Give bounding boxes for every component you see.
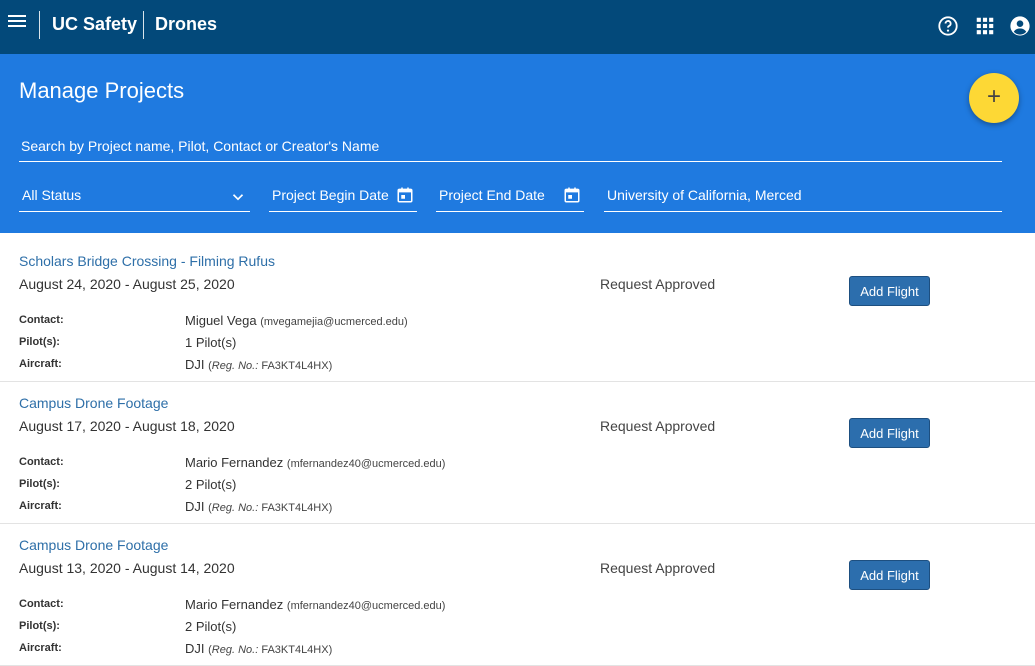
reg-number: FA3KT4L4HX (261, 360, 329, 372)
contact-value: Miguel Vega (mvegamejia@ucmerced.edu) (185, 313, 408, 328)
add-project-button[interactable]: + (969, 73, 1019, 123)
project-dates: August 17, 2020 - August 18, 2020 (19, 418, 235, 434)
account-icon[interactable] (1009, 15, 1031, 37)
status-select-value: All Status (22, 187, 82, 203)
project-title-link[interactable]: Scholars Bridge Crossing - Filming Rufus (19, 253, 275, 269)
project-dates: August 13, 2020 - August 14, 2020 (19, 560, 235, 576)
plus-icon: + (986, 83, 1001, 110)
pilots-value: 2 Pilot(s) (185, 619, 237, 634)
contact-name: Mario Fernandez (185, 455, 284, 470)
project-list: Scholars Bridge Crossing - Filming Rufus… (0, 240, 1035, 666)
calendar-icon[interactable] (396, 186, 414, 204)
aircraft-label: Aircraft: (19, 642, 62, 654)
contact-name: Mario Fernandez (185, 597, 284, 612)
brand-name[interactable]: UC Safety (52, 14, 137, 35)
pilots-label: Pilot(s): (19, 478, 60, 490)
pilots-label: Pilot(s): (19, 620, 60, 632)
contact-email: (mfernandez40@ucmerced.edu) (286, 600, 446, 612)
contact-email: (mfernandez40@ucmerced.edu) (286, 458, 446, 470)
reg-prefix: Reg. No.: (211, 502, 259, 514)
header-divider (143, 11, 144, 39)
campus-select[interactable]: University of California, Merced (604, 182, 1002, 212)
status-badge: Request Approved (600, 276, 716, 292)
project-title-link[interactable]: Campus Drone Footage (19, 395, 168, 411)
contact-label: Contact: (19, 598, 64, 610)
search-field (19, 132, 1002, 162)
app-name[interactable]: Drones (155, 14, 217, 35)
project-card: Campus Drone Footage August 13, 2020 - A… (0, 524, 1035, 666)
aircraft-name: DJI (185, 641, 205, 656)
add-flight-button[interactable]: Add Flight (849, 276, 930, 306)
apps-grid-icon[interactable] (974, 15, 996, 37)
project-card: Campus Drone Footage August 17, 2020 - A… (0, 382, 1035, 524)
calendar-icon[interactable] (563, 186, 581, 204)
contact-value: Mario Fernandez (mfernandez40@ucmerced.e… (185, 455, 445, 470)
contact-value: Mario Fernandez (mfernandez40@ucmerced.e… (185, 597, 445, 612)
status-badge: Request Approved (600, 418, 716, 434)
aircraft-label: Aircraft: (19, 500, 62, 512)
chevron-down-icon (232, 194, 244, 201)
end-date-label: Project End Date (439, 187, 545, 203)
header-divider (39, 11, 40, 39)
begin-date-label: Project Begin Date (272, 187, 389, 203)
pilots-value: 2 Pilot(s) (185, 477, 237, 492)
add-flight-button[interactable]: Add Flight (849, 560, 930, 590)
reg-number: FA3KT4L4HX (261, 644, 329, 656)
aircraft-value: DJI (Reg. No.: FA3KT4L4HX) (185, 357, 333, 372)
filter-banner: Manage Projects + All Status Project Beg… (0, 54, 1035, 233)
project-dates: August 24, 2020 - August 25, 2020 (19, 276, 235, 292)
aircraft-label: Aircraft: (19, 358, 62, 370)
project-card: Scholars Bridge Crossing - Filming Rufus… (0, 240, 1035, 382)
status-select[interactable]: All Status (19, 182, 250, 212)
status-badge: Request Approved (600, 560, 716, 576)
aircraft-name: DJI (185, 499, 205, 514)
reg-prefix: Reg. No.: (211, 360, 259, 372)
search-input[interactable] (19, 132, 1002, 160)
end-date-field[interactable]: Project End Date (436, 182, 584, 212)
menu-icon[interactable] (8, 15, 26, 29)
contact-name: Miguel Vega (185, 313, 257, 328)
aircraft-value: DJI (Reg. No.: FA3KT4L4HX) (185, 499, 333, 514)
add-flight-button[interactable]: Add Flight (849, 418, 930, 448)
reg-prefix: Reg. No.: (211, 644, 259, 656)
aircraft-name: DJI (185, 357, 205, 372)
pilots-value: 1 Pilot(s) (185, 335, 237, 350)
project-title-link[interactable]: Campus Drone Footage (19, 537, 168, 553)
help-icon[interactable] (937, 15, 959, 37)
contact-label: Contact: (19, 456, 64, 468)
contact-email: (mvegamejia@ucmerced.edu) (260, 316, 408, 328)
top-app-bar: UC Safety Drones (0, 0, 1035, 54)
begin-date-field[interactable]: Project Begin Date (269, 182, 417, 212)
aircraft-value: DJI (Reg. No.: FA3KT4L4HX) (185, 641, 333, 656)
contact-label: Contact: (19, 314, 64, 326)
campus-select-value: University of California, Merced (607, 187, 802, 203)
page-title: Manage Projects (19, 78, 185, 103)
reg-number: FA3KT4L4HX (261, 502, 329, 514)
pilots-label: Pilot(s): (19, 336, 60, 348)
